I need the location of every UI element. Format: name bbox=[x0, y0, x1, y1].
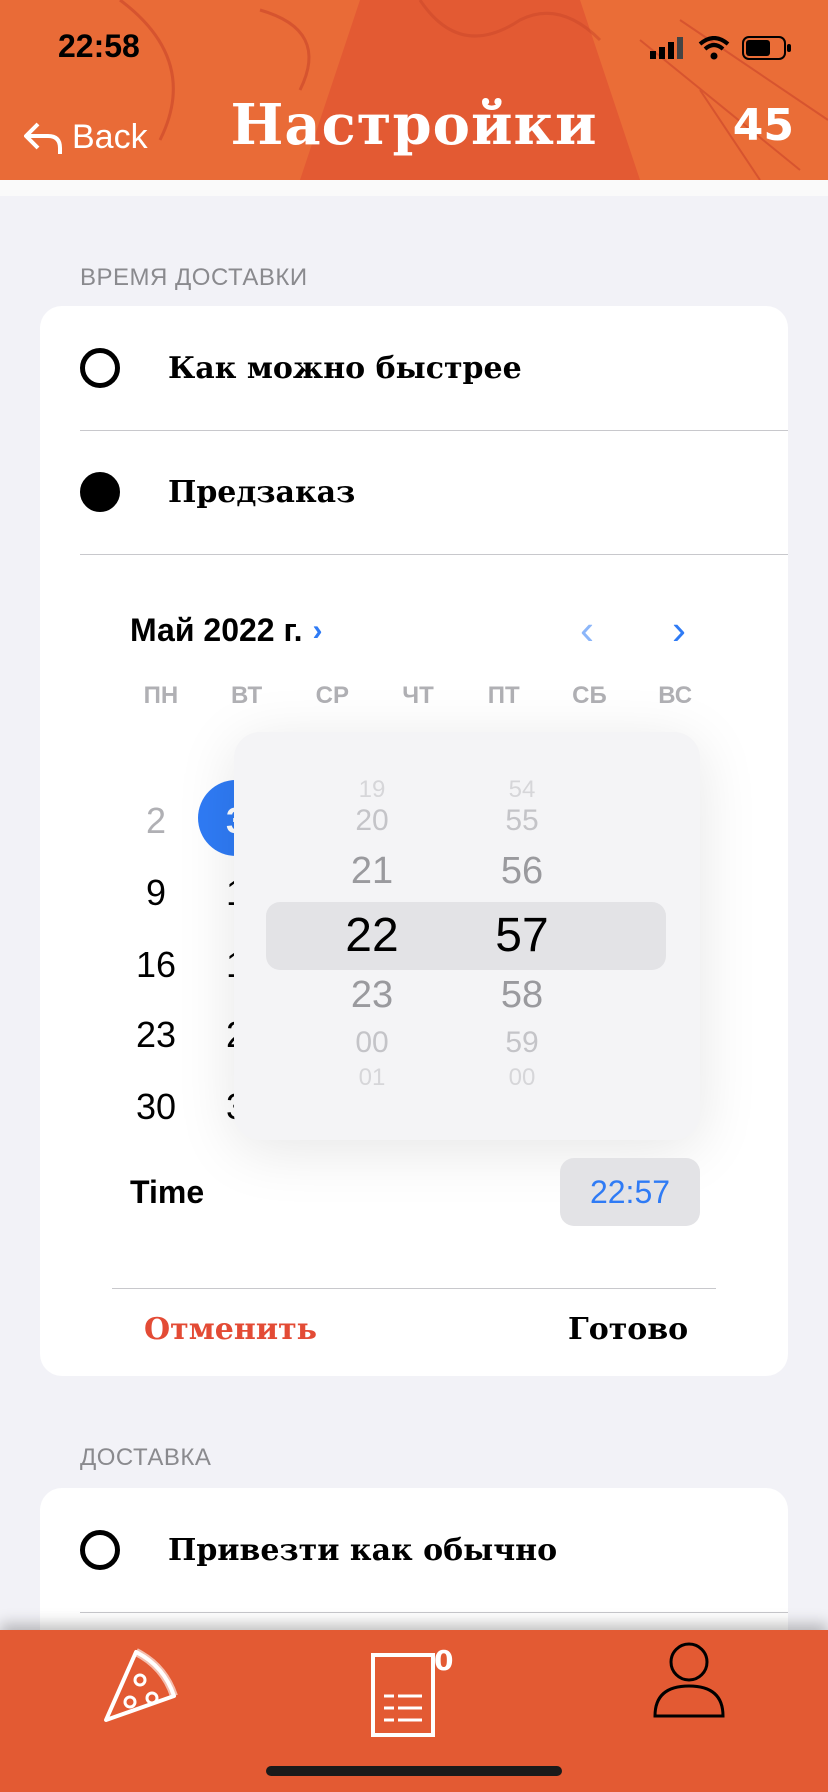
hour-option[interactable]: 00 bbox=[302, 1026, 442, 1060]
cancel-button[interactable]: Отменить bbox=[144, 1312, 317, 1347]
minute-option[interactable]: 56 bbox=[452, 850, 592, 893]
weekday-label: ВТ bbox=[231, 682, 263, 709]
option-deliver-usual-label: Привезти как обычно bbox=[168, 1532, 558, 1568]
page-title: Настройки bbox=[230, 92, 598, 158]
weekday-label: СБ bbox=[572, 682, 607, 709]
hour-selected[interactable]: 22 bbox=[302, 908, 442, 963]
month-label: Май 2022 г. bbox=[130, 612, 303, 648]
calendar-day[interactable]: 23 bbox=[126, 1014, 186, 1056]
order-list-icon bbox=[371, 1653, 435, 1737]
wifi-icon bbox=[698, 36, 730, 60]
radio-asap[interactable] bbox=[80, 348, 120, 388]
section-label-delivery: ДОСТАВКА bbox=[80, 1444, 212, 1471]
tab-orders[interactable] bbox=[370, 1652, 436, 1743]
home-indicator bbox=[266, 1766, 562, 1776]
battery-icon bbox=[742, 36, 791, 60]
divider bbox=[80, 1612, 788, 1613]
header-underline bbox=[0, 180, 828, 196]
calendar-day[interactable]: 30 bbox=[126, 1086, 186, 1128]
next-month-button[interactable]: › bbox=[672, 606, 686, 654]
chevron-right-icon: › bbox=[312, 613, 323, 647]
cart-badge: 0 bbox=[434, 1644, 454, 1677]
radio-preorder[interactable] bbox=[80, 472, 120, 512]
weekday-label: ПН bbox=[143, 682, 179, 709]
calendar-day[interactable]: 16 bbox=[126, 944, 186, 986]
calendar-day[interactable]: 9 bbox=[126, 872, 186, 914]
time-picker-wheel[interactable]: 19 20 21 22 23 00 01 54 55 56 57 58 59 0… bbox=[234, 732, 700, 1140]
minute-option[interactable]: 59 bbox=[452, 1026, 592, 1060]
weekday-label: ЧТ bbox=[402, 682, 434, 709]
divider bbox=[80, 554, 788, 555]
pizza-icon bbox=[104, 1648, 178, 1722]
signal-icon bbox=[650, 37, 683, 59]
calendar-day[interactable]: 2 bbox=[126, 800, 186, 842]
hour-option[interactable]: 20 bbox=[302, 804, 442, 838]
minute-option[interactable]: 55 bbox=[452, 804, 592, 838]
time-label: Time bbox=[130, 1174, 205, 1210]
done-button[interactable]: Готово bbox=[568, 1312, 688, 1347]
hour-option[interactable]: 21 bbox=[302, 850, 442, 893]
status-icons bbox=[650, 36, 792, 60]
minute-option[interactable]: 58 bbox=[452, 974, 592, 1017]
minute-option[interactable]: 54 bbox=[452, 776, 592, 804]
minute-option[interactable]: 00 bbox=[452, 1064, 592, 1092]
prev-month-button[interactable]: ‹ bbox=[580, 606, 594, 654]
hour-option[interactable]: 19 bbox=[302, 776, 442, 804]
hour-option[interactable]: 01 bbox=[302, 1064, 442, 1092]
option-asap[interactable]: Как можно быстрее bbox=[80, 306, 788, 430]
radio-deliver-usual[interactable] bbox=[80, 1530, 120, 1570]
weekday-label: СР bbox=[315, 682, 349, 709]
user-icon bbox=[653, 1642, 725, 1718]
divider bbox=[112, 1288, 716, 1289]
weekday-label: ВС bbox=[658, 682, 693, 709]
tab-menu[interactable] bbox=[96, 1646, 180, 1735]
section-label-delivery-time: ВРЕМЯ ДОСТАВКИ bbox=[80, 264, 308, 291]
option-asap-label: Как можно быстрее bbox=[168, 350, 522, 386]
month-selector[interactable]: Май 2022 г. › bbox=[130, 612, 323, 649]
time-value-button[interactable]: 22:57 bbox=[560, 1158, 700, 1226]
option-preorder[interactable]: Предзаказ bbox=[80, 430, 788, 554]
tab-profile[interactable] bbox=[652, 1640, 726, 1725]
option-deliver-usual[interactable]: Привезти как обычно bbox=[80, 1488, 788, 1612]
status-time: 22:58 bbox=[58, 28, 140, 64]
header-bar: 22:58 Back Настройки 45 bbox=[0, 0, 828, 180]
header-count: 45 bbox=[732, 100, 794, 151]
weekday-label: ПТ bbox=[487, 682, 520, 709]
minute-selected[interactable]: 57 bbox=[452, 908, 592, 963]
weekday-header: ПН ВТ СР ЧТ ПТ СБ ВС bbox=[118, 682, 718, 710]
hour-option[interactable]: 23 bbox=[302, 974, 442, 1017]
option-preorder-label: Предзаказ bbox=[168, 474, 356, 510]
